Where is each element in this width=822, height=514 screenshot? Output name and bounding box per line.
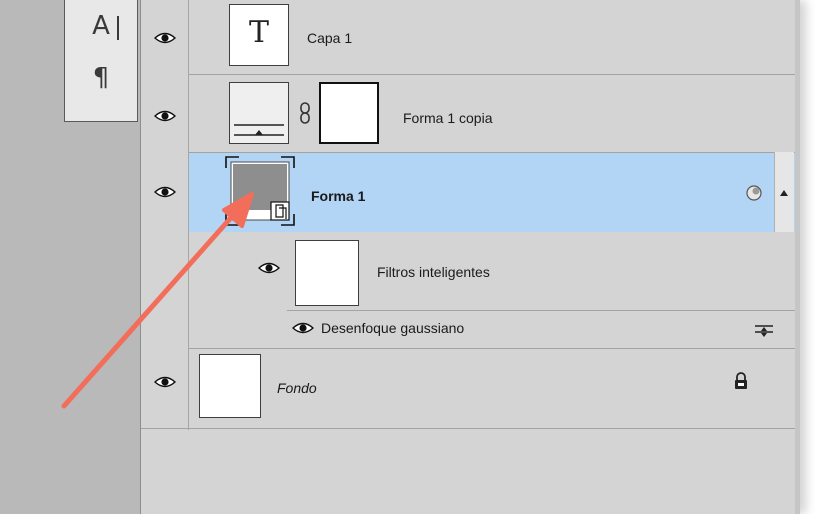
character-paragraph-palette: A ¶ [64,0,138,122]
eye-icon[interactable] [287,316,319,340]
layer-name-capa-1: Capa 1 [307,30,353,46]
triangle-up-icon[interactable] [775,186,793,200]
smart-filter-icon[interactable] [745,184,763,202]
paragraph-tool-button[interactable]: ¶ [65,56,137,100]
chain-link-icon[interactable] [299,102,311,124]
row-divider [189,74,795,75]
layers-panel: T Capa 1 Forma 1 copia Forma 1 Filtros i… [140,0,795,514]
shape-layer-thumbnail[interactable] [229,82,289,144]
eye-icon[interactable] [149,104,181,128]
eye-icon[interactable] [149,26,181,50]
character-tool-button[interactable]: A [65,4,137,48]
smart-object-thumbnail[interactable] [225,156,295,226]
row-divider [141,428,795,429]
row-divider [189,348,795,349]
eye-icon[interactable] [149,180,181,204]
layer-name-forma-1: Forma 1 [311,188,366,204]
eye-icon[interactable] [149,370,181,394]
blending-options-icon[interactable] [753,322,775,338]
eye-icon[interactable] [253,256,285,280]
background-layer-thumbnail[interactable] [199,354,261,418]
row-divider [189,152,795,153]
text-layer-icon: T [248,15,269,50]
row-divider [287,310,795,311]
visibility-column [141,0,189,430]
vector-mask-thumbnail[interactable] [319,82,379,144]
smart-filter-mask-thumbnail[interactable] [295,240,359,306]
layer-name-forma-1-copia: Forma 1 copia [403,110,493,126]
photoshop-layers-screen: A ¶ T Capa 1 Forma 1 copia Forma 1 Filtr… [0,0,800,514]
lock-icon[interactable] [733,372,749,390]
character-tool-icon: A [92,11,110,41]
smart-filters-label: Filtros inteligentes [377,264,490,280]
filter-name-gaussian-blur: Desenfoque gaussiano [321,320,465,336]
text-layer-thumbnail[interactable]: T [229,4,289,66]
paragraph-tool-icon: ¶ [92,63,110,93]
text-cursor-icon [117,16,119,40]
layers-scrollbar[interactable] [774,152,794,232]
layer-name-fondo: Fondo [277,380,317,396]
